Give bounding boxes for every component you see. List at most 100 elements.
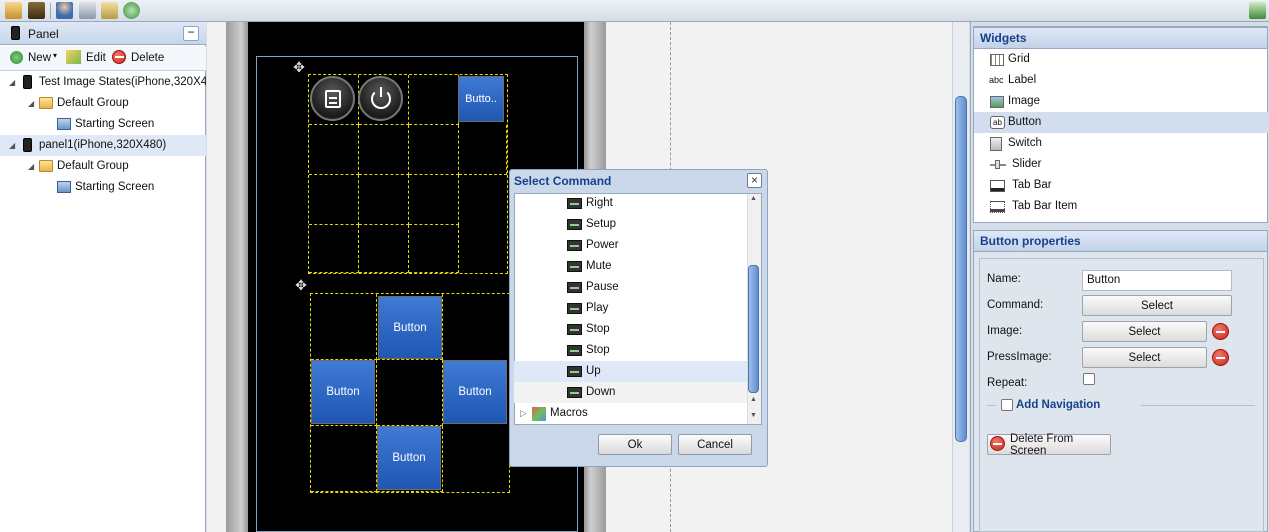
delete-from-screen-button[interactable]: Delete From Screen bbox=[987, 432, 1111, 457]
home-icon[interactable] bbox=[5, 2, 22, 19]
command-icon bbox=[567, 282, 582, 293]
command-item[interactable]: Play bbox=[514, 298, 747, 319]
scroll-up-icon[interactable]: ▲ bbox=[750, 396, 757, 403]
scroll-up-icon[interactable]: ▲ bbox=[750, 195, 757, 202]
clear-pressimage-icon[interactable] bbox=[1212, 349, 1229, 366]
command-item[interactable]: Stop bbox=[514, 319, 747, 340]
edit-button[interactable]: Edit bbox=[86, 52, 106, 64]
cancel-button[interactable]: Cancel bbox=[678, 434, 752, 455]
command-item[interactable]: Setup bbox=[514, 214, 747, 235]
exit-icon[interactable] bbox=[1249, 2, 1266, 19]
command-item[interactable]: Down bbox=[514, 382, 747, 403]
chevron-down-icon[interactable]: ▾ bbox=[53, 51, 57, 60]
expand-arrow-icon[interactable]: ◢ bbox=[9, 72, 15, 93]
scrollbar-thumb[interactable] bbox=[955, 96, 967, 442]
widget-item-image[interactable]: Image bbox=[974, 91, 1268, 112]
dpad-left-button[interactable]: Button bbox=[311, 360, 375, 424]
panel-toolbar: New ▾ Edit Delete bbox=[0, 46, 206, 71]
grid-cell bbox=[309, 225, 359, 273]
folder-icon bbox=[39, 97, 53, 109]
list-icon bbox=[324, 89, 341, 108]
grid-cell bbox=[311, 426, 377, 492]
tree-item-group[interactable]: ◢ Default Group bbox=[0, 156, 206, 177]
tree-item-panel[interactable]: ◢ Test Image States(iPhone,320X480) bbox=[0, 72, 206, 93]
menu-round-button[interactable] bbox=[310, 76, 355, 121]
command-item[interactable]: Pause bbox=[514, 277, 747, 298]
button-widget[interactable]: Butto.. bbox=[458, 76, 504, 122]
command-item[interactable]: Power bbox=[514, 235, 747, 256]
grid-cell bbox=[359, 175, 409, 225]
delete-button[interactable]: Delete bbox=[131, 52, 164, 64]
properties-title: Button properties bbox=[973, 230, 1268, 252]
add-navigation-checkbox[interactable] bbox=[1001, 399, 1013, 411]
widget-item-switch[interactable]: Switch bbox=[974, 133, 1268, 154]
macros-folder[interactable]: ▷ Macros bbox=[514, 403, 747, 424]
expand-arrow-icon[interactable]: ▷ bbox=[520, 403, 527, 424]
dpad-down-button[interactable]: Button bbox=[377, 426, 441, 490]
ok-button[interactable]: Ok bbox=[598, 434, 672, 455]
move-handle-icon[interactable]: ✥ bbox=[291, 59, 307, 75]
delete-from-screen-label: Delete From Screen bbox=[1010, 432, 1074, 457]
tree-item-screen[interactable]: Starting Screen bbox=[0, 177, 206, 198]
grid-cell bbox=[309, 175, 359, 225]
edit-icon bbox=[66, 50, 81, 64]
macros-icon bbox=[532, 407, 546, 421]
widget-item-label[interactable]: abc Label bbox=[974, 70, 1268, 91]
save-icon[interactable] bbox=[79, 2, 96, 19]
widget-item-tabbaritem[interactable]: Tab Bar Item bbox=[974, 196, 1268, 217]
expand-arrow-icon[interactable]: ◢ bbox=[9, 135, 15, 156]
tree-item-panel[interactable]: ◢ panel1(iPhone,320X480) bbox=[0, 135, 206, 156]
image-icon bbox=[990, 96, 1004, 108]
widget-label: Switch bbox=[1008, 137, 1042, 149]
widget-item-tabbar[interactable]: Tab Bar bbox=[974, 175, 1268, 196]
grid-cell bbox=[309, 125, 359, 175]
widget-item-slider[interactable]: Slider bbox=[974, 154, 1268, 175]
add-icon bbox=[10, 51, 23, 64]
tree-item-group[interactable]: ◢ Default Group bbox=[0, 93, 206, 114]
command-item[interactable]: Stop bbox=[514, 340, 747, 361]
command-select-button[interactable]: Select bbox=[1082, 295, 1232, 316]
delete-icon bbox=[112, 50, 126, 64]
new-button[interactable]: New bbox=[28, 52, 51, 64]
widget-item-button[interactable]: ab Button bbox=[974, 112, 1268, 133]
command-item[interactable]: Mute bbox=[514, 256, 747, 277]
scrollbar-thumb[interactable] bbox=[748, 265, 759, 393]
command-item[interactable]: Right bbox=[514, 193, 747, 214]
grid-icon bbox=[990, 54, 1004, 66]
tree-item-label: Test Image States(iPhone,320X480) bbox=[39, 76, 206, 88]
grid-cell bbox=[311, 294, 377, 360]
pressimage-select-button[interactable]: Select bbox=[1082, 347, 1207, 368]
tree-item-label: panel1(iPhone,320X480) bbox=[39, 139, 167, 151]
dpad-up-button[interactable]: Button bbox=[378, 296, 442, 359]
dpad-right-button[interactable]: Button bbox=[443, 360, 507, 424]
canvas-scrollbar[interactable] bbox=[952, 22, 969, 532]
expand-arrow-icon[interactable]: ◢ bbox=[28, 156, 34, 177]
expand-arrow-icon[interactable]: ◢ bbox=[28, 93, 34, 114]
move-handle-icon[interactable]: ✥ bbox=[293, 277, 309, 293]
name-field[interactable]: Button bbox=[1082, 270, 1232, 291]
widget-item-grid[interactable]: Grid bbox=[974, 49, 1268, 70]
close-icon[interactable]: × bbox=[747, 173, 762, 188]
screen-icon bbox=[57, 118, 71, 130]
command-item-selected[interactable]: Up bbox=[514, 361, 747, 382]
preview-icon[interactable] bbox=[123, 2, 140, 19]
device-icon[interactable] bbox=[28, 2, 45, 19]
tree-item-screen[interactable]: Starting Screen bbox=[0, 114, 206, 135]
command-label: Pause bbox=[586, 281, 619, 293]
phone-icon bbox=[11, 26, 20, 40]
archive-icon[interactable] bbox=[101, 2, 118, 19]
command-icon bbox=[567, 387, 582, 398]
command-icon bbox=[567, 303, 582, 314]
add-navigation-label: Add Navigation bbox=[1016, 399, 1101, 411]
phone-icon bbox=[23, 75, 32, 89]
scroll-down-icon[interactable]: ▼ bbox=[750, 412, 757, 419]
clear-image-icon[interactable] bbox=[1212, 323, 1229, 340]
top-toolbar bbox=[0, 0, 1269, 22]
repeat-checkbox[interactable] bbox=[1083, 373, 1095, 385]
collapse-icon[interactable]: − bbox=[183, 26, 199, 41]
user-icon[interactable] bbox=[56, 2, 73, 19]
command-label: Right bbox=[586, 197, 613, 209]
power-round-button[interactable] bbox=[358, 76, 403, 121]
image-select-button[interactable]: Select bbox=[1082, 321, 1207, 342]
pressimage-label: PressImage: bbox=[987, 351, 1052, 363]
